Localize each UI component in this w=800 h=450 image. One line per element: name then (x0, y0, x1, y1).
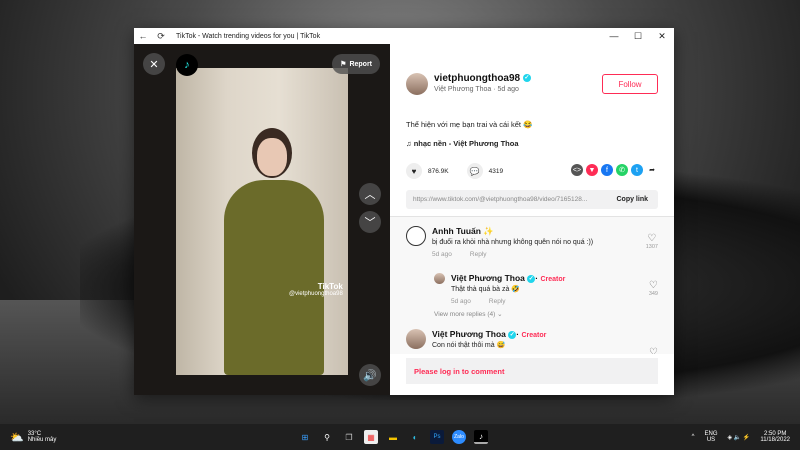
post-age: 5d ago (497, 86, 519, 93)
video-frame (176, 68, 348, 375)
comment-like[interactable]: ♡ (649, 347, 658, 354)
video-link-box: https://www.tiktok.com/@vietphuongthoa98… (406, 190, 658, 209)
task-view-icon[interactable]: ❐ (342, 430, 356, 444)
post-panel: vietphuongthoa98 ✓ Việt Phương Thoa · 5d… (390, 44, 674, 395)
view-more-replies[interactable]: View more replies (4) ⌄ (434, 310, 503, 318)
send-icon[interactable]: ▼ (586, 164, 598, 176)
login-to-comment[interactable]: Please log in to comment (406, 358, 658, 384)
zalo-icon[interactable]: Zalo (452, 430, 466, 444)
back-icon[interactable]: ← (134, 31, 152, 41)
video-link[interactable]: https://www.tiktok.com/@vietphuongthoa98… (413, 196, 587, 203)
store-icon[interactable]: ▦ (364, 430, 378, 444)
comment-like[interactable]: ♡ 1307 (646, 233, 658, 250)
embed-icon[interactable]: <> (571, 164, 583, 176)
post-description: Thể hiện với mẹ bạn trai và cái kết 😂 (406, 120, 533, 129)
tiktok-app-icon[interactable]: ♪ (474, 430, 488, 444)
copy-link-button[interactable]: Copy link (616, 196, 648, 203)
weather-widget[interactable]: ⛅ 33°C Nhiều mây (10, 431, 56, 444)
comment-item: Anhh Tuuấn ✨ bị đuổi ra khỏi nhà nhưng kh… (406, 226, 593, 258)
window-title: TikTok - Watch trending videos for you |… (176, 32, 321, 40)
tiktok-logo-icon: ♪ (176, 54, 198, 76)
facebook-icon[interactable]: f (601, 164, 613, 176)
tray-chevron-icon[interactable]: ^ (692, 434, 695, 440)
creator-badge: Creator (540, 276, 566, 283)
verified-icon: ✓ (522, 74, 531, 83)
start-icon[interactable]: ⊞ (298, 430, 312, 444)
reply-button[interactable]: Reply (470, 251, 487, 258)
close-video-button[interactable]: ✕ (143, 53, 165, 75)
next-video-button[interactable]: ﹀ (359, 211, 381, 233)
reply-item: Việt Phương Thoa ✓· Creator Thật thà quá … (434, 273, 565, 305)
wifi-icon[interactable]: ◈ 🔈 ⚡ (728, 434, 751, 441)
refresh-icon[interactable]: ⟳ (152, 31, 170, 42)
commenter-avatar[interactable] (406, 329, 426, 349)
twitter-icon[interactable]: t (631, 164, 643, 176)
minimize-button[interactable]: — (602, 31, 626, 42)
cloud-icon: ⛅ (10, 431, 24, 444)
comment-list[interactable]: Anhh Tuuấn ✨ bị đuổi ra khỏi nhà nhưng kh… (390, 216, 674, 354)
photoshop-icon[interactable]: Ps (430, 430, 444, 444)
commenter-avatar[interactable] (434, 273, 445, 284)
comment-item: Việt Phương Thoa ✓· Creator Con nói thật … (406, 329, 546, 349)
comment-icon[interactable]: 💬 (466, 163, 483, 179)
tiktok-window: ← ⟳ TikTok - Watch trending videos for y… (134, 28, 674, 395)
video-player[interactable]: ✕ ♪ ⚑ Report TikTok @vietphuongthoa98 ︿ ﹀ … (134, 44, 390, 395)
music-link[interactable]: ♫ nhạc nền - Việt Phương Thoa (406, 139, 519, 148)
comment-like[interactable]: ♡ 349 (649, 280, 658, 297)
author-avatar[interactable] (406, 73, 428, 95)
author-display-name: Việt Phương Thoa (434, 86, 492, 93)
author-username[interactable]: vietphuongthoa98 (434, 73, 520, 84)
file-explorer-icon[interactable]: ▬ (386, 430, 400, 444)
language-indicator[interactable]: ENG US (705, 431, 718, 443)
clock[interactable]: 2:50 PM 11/18/2022 (760, 431, 790, 443)
previous-video-button[interactable]: ︿ (359, 183, 381, 205)
close-window-button[interactable]: ✕ (650, 31, 674, 42)
title-bar: ← ⟳ TikTok - Watch trending videos for y… (134, 28, 674, 44)
reply-button[interactable]: Reply (489, 298, 506, 305)
share-arrow-icon[interactable]: ➦ (646, 164, 658, 176)
video-person (224, 128, 324, 375)
search-icon[interactable]: ⚲ (320, 430, 334, 444)
heart-icon[interactable]: ♥ (406, 163, 422, 179)
comment-count: 4319 (488, 167, 504, 175)
volume-button[interactable]: 🔊 (359, 364, 381, 386)
whatsapp-icon[interactable]: ✆ (616, 164, 628, 176)
like-count: 876.9K (428, 167, 449, 175)
edge-icon[interactable]: ◐ (408, 430, 422, 444)
flag-icon: ⚑ (340, 61, 347, 68)
taskbar: ⛅ 33°C Nhiều mây ⊞ ⚲ ❐ ▦ ▬ ◐ Ps Zalo ♪ ^ E… (0, 424, 800, 450)
video-watermark: TikTok @vietphuongthoa98 (289, 282, 343, 297)
follow-button[interactable]: Follow (602, 74, 658, 94)
maximize-button[interactable]: ☐ (626, 31, 650, 42)
music-note-icon: ♫ (406, 139, 414, 148)
share-buttons: <> ▼ f ✆ t ➦ (571, 164, 658, 176)
commenter-avatar[interactable] (406, 226, 426, 246)
report-button[interactable]: ⚑ Report (332, 54, 380, 74)
author-info[interactable]: vietphuongthoa98 ✓ Việt Phương Thoa · 5d… (406, 73, 531, 95)
